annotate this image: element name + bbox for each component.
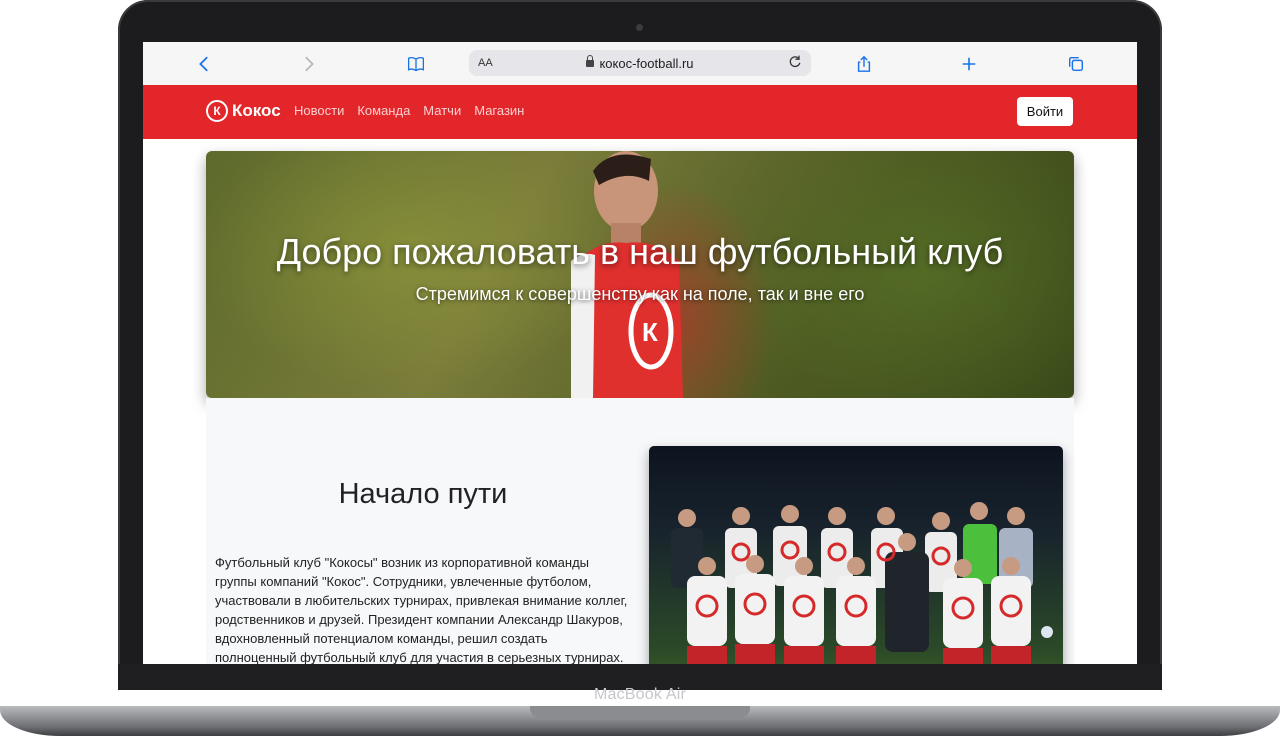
section-title: Начало пути — [338, 478, 508, 510]
address-bar[interactable]: AA кокос-football.ru — [469, 50, 811, 76]
new-tab-plus-icon[interactable] — [955, 50, 983, 78]
bookmarks-book-icon[interactable] — [402, 50, 430, 78]
nav-link-news[interactable]: Новости — [294, 103, 344, 118]
team-photo-image — [671, 502, 1053, 664]
hero-banner: К Добро пожаловать в наш футбольный клуб… — [206, 151, 1074, 398]
nav-links: Новости Команда Матчи Магазин — [294, 103, 524, 118]
reload-icon[interactable] — [787, 54, 805, 72]
team-photo — [649, 446, 1063, 664]
device-brand-label: MacBook Air — [593, 686, 686, 703]
tabs-overview-icon[interactable] — [1062, 50, 1090, 78]
hero-player-image: К — [571, 151, 683, 398]
hero-subtitle: Стремимся к совершенству как на поле, та… — [415, 284, 865, 304]
nav-link-team[interactable]: Команда — [357, 103, 410, 118]
site-logo[interactable]: К Кокос — [206, 100, 281, 122]
forward-arrow-icon[interactable] — [295, 50, 323, 78]
site-navbar: К Кокос Новости Команда Матчи Магазин Во… — [143, 85, 1137, 139]
camera-icon — [636, 24, 643, 31]
logo-k-icon: К — [206, 100, 228, 122]
nav-link-shop[interactable]: Магазин — [474, 103, 524, 118]
back-arrow-icon[interactable] — [190, 50, 218, 78]
url-text: кокос-football.ru — [599, 55, 694, 71]
login-button[interactable]: Войти — [1017, 97, 1073, 126]
section-paragraph: Футбольный клуб "Кокосы" возник из корпо… — [215, 555, 628, 664]
nav-link-matches[interactable]: Матчи — [423, 103, 461, 118]
hero-title: Добро пожаловать в наш футбольный клуб — [276, 231, 1004, 272]
logo-text: Кокос — [232, 101, 281, 120]
browser-screen: AA кокос-football.ru К Кокос Новости Ком… — [143, 42, 1137, 664]
svg-text:К: К — [642, 317, 658, 347]
laptop-notch — [530, 706, 750, 718]
lock-icon — [586, 54, 595, 67]
browser-toolbar: AA кокос-football.ru — [143, 42, 1137, 86]
share-icon[interactable] — [850, 50, 878, 78]
about-section: Начало пути Футбольный клуб "Кокосы" воз… — [206, 398, 1074, 664]
